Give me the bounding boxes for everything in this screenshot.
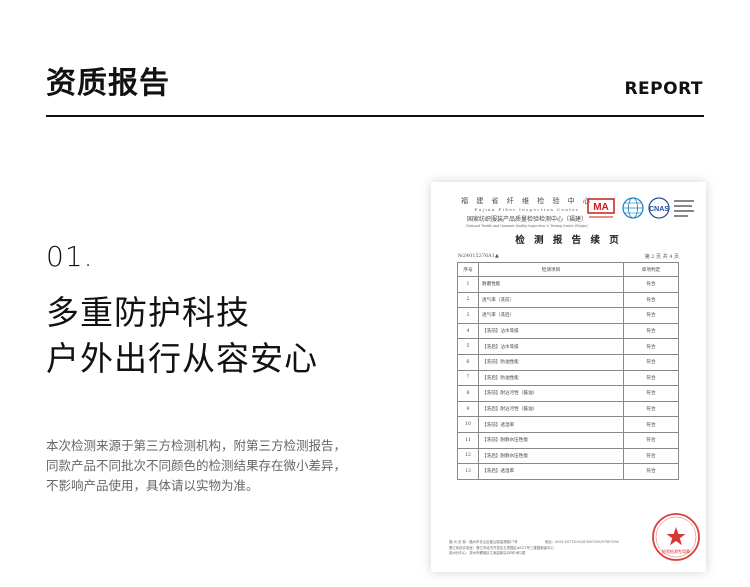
row-result: 符合: [623, 276, 679, 293]
issuer-block: 福 建 省 纤 维 检 验 中 心 Fujian Fiber Inspectio…: [447, 196, 607, 228]
col-header-result: 单项判定: [623, 262, 679, 277]
ma-logo-icon: MA: [587, 198, 615, 218]
row-number: 3: [457, 307, 479, 324]
table-row: 8 【洗前】耐沾污性（酱油） 符合: [457, 385, 679, 402]
issuer-name-en: Fujian Fiber Inspection Center: [474, 207, 580, 212]
description-line-2: 同款产品不同批次不同颜色的检测结果存在微小差异，: [46, 458, 347, 473]
page-title: 资质报告: [46, 66, 170, 101]
row-item: 【洗后】透湿率: [478, 463, 624, 480]
row-item: 耐磨性能: [478, 276, 624, 293]
row-result: 符合: [623, 322, 679, 340]
col-header-item: 检测项目: [478, 262, 624, 277]
row-result: 符合: [623, 353, 679, 371]
report-page: 第 2 页 共 4 页: [644, 254, 679, 260]
row-item: 【洗后】耐沾污性（酱油）: [478, 400, 624, 418]
row-result: 符合: [623, 307, 679, 324]
table-row: 1 耐磨性能 符合: [457, 276, 679, 293]
row-result: 符合: [623, 431, 679, 449]
col-header-no: 序号: [457, 262, 479, 277]
report-document: 福 建 省 纤 维 检 验 中 心 Fujian Fiber Inspectio…: [431, 182, 706, 572]
svg-text:检验检测专用章: 检验检测专用章: [662, 548, 690, 554]
report-footer: 福 州 总 部：福州市仓山区盖山镇金港路17号 电话：0591-83711002…: [449, 540, 639, 557]
row-item: 【洗后】防油性能: [478, 369, 624, 387]
report-label: REPORT: [624, 79, 703, 99]
svg-text:MA: MA: [593, 202, 609, 213]
description-line-1: 本次检测来源于第三方检测机构，附第三方检测报告，: [46, 438, 347, 453]
row-item: 透气率（洗后）: [478, 307, 624, 324]
row-item: 【洗前】透湿率: [478, 416, 624, 433]
cnas-logo-icon: CNAS: [648, 197, 694, 219]
report-number: №24015276A1▲: [458, 253, 499, 259]
table-row: 5 【洗后】沾水等级 符合: [457, 338, 679, 355]
issuer-center-en: National Textile And Garment Quality Ins…: [466, 224, 588, 228]
section-number: 01.: [46, 240, 94, 273]
row-number: 9: [457, 400, 479, 418]
table-row: 3 透气率（洗后） 符合: [457, 307, 679, 324]
report-title: 检 测 报 告 续 页: [515, 235, 622, 246]
table-row: 13 【洗后】透湿率 符合: [457, 463, 679, 480]
row-number: 7: [457, 369, 479, 387]
row-number: 4: [457, 322, 479, 340]
description-line-3: 不影响产品使用，具体请以实物为准。: [46, 478, 259, 493]
row-result: 符合: [623, 447, 679, 465]
table-row: 4 【洗前】沾水等级 符合: [457, 322, 679, 340]
row-number: 2: [457, 291, 479, 309]
headline-line-1: 多重防护科技: [46, 293, 250, 332]
svg-text:CNAS: CNAS: [649, 206, 669, 213]
official-seal-icon: 检验检测专用章: [652, 513, 700, 561]
table-row: 10 【洗前】透湿率 符合: [457, 416, 679, 433]
table-row: 2 透气率（洗前） 符合: [457, 291, 679, 309]
ilac-globe-icon: [622, 197, 644, 219]
footer-line: 福 州 总 部：福州市仓山区盖山镇金港路17号 电话：0591-83711002…: [449, 540, 619, 544]
row-result: 符合: [623, 400, 679, 418]
row-result: 符合: [623, 463, 679, 480]
row-item: 【洗后】耐静水压性能: [478, 447, 624, 465]
row-result: 符合: [623, 416, 679, 433]
row-item: 【洗前】沾水等级: [478, 322, 624, 340]
table-row: 12 【洗后】耐静水压性能 符合: [457, 447, 679, 465]
headline-line-2: 户外出行从容安心: [46, 339, 318, 378]
row-number: 10: [457, 416, 479, 433]
row-number: 8: [457, 385, 479, 402]
row-number: 6: [457, 353, 479, 371]
footer-line: 泉州分中心：泉州市鲤城区江南高新区44号3栋2楼: [449, 551, 526, 555]
row-item: 【洗前】耐静水压性能: [478, 431, 624, 449]
table-row: 7 【洗后】防油性能 符合: [457, 369, 679, 387]
header-divider: [46, 115, 704, 117]
row-result: 符合: [623, 291, 679, 309]
row-item: 透气率（洗前）: [478, 291, 624, 309]
certification-logos: MA CNAS: [587, 197, 694, 219]
row-number: 13: [457, 463, 479, 480]
row-number: 11: [457, 431, 479, 449]
table-header-row: 序号 检测项目 单项判定: [457, 262, 679, 277]
section-headline: 多重防护科技 户外出行从容安心: [46, 290, 318, 382]
issuer-center-cn: 国家纺织服装产品质量检验检测中心（福建）: [466, 216, 587, 223]
row-item: 【洗后】沾水等级: [478, 338, 624, 355]
table-row: 9 【洗后】耐沾污性（酱油） 符合: [457, 400, 679, 418]
issuer-name-cn: 福 建 省 纤 维 检 验 中 心: [461, 197, 593, 205]
table-row: 6 【洗前】防油性能 符合: [457, 353, 679, 371]
row-item: 【洗前】防油性能: [478, 353, 624, 371]
row-result: 符合: [623, 338, 679, 355]
row-result: 符合: [623, 369, 679, 387]
row-number: 5: [457, 338, 479, 355]
row-item: 【洗前】耐沾污性（酱油）: [478, 385, 624, 402]
section-description: 本次检测来源于第三方检测机构，附第三方检测报告， 同款产品不同批次不同颜色的检测…: [46, 436, 426, 496]
row-number: 1: [457, 276, 479, 293]
table-row: 11 【洗前】耐静水压性能 符合: [457, 431, 679, 449]
row-number: 12: [457, 447, 479, 465]
results-table: 序号 检测项目 单项判定 1 耐磨性能 符合 2 透气率（洗前） 符合 3 透气率（洗后） 符合…: [457, 262, 679, 480]
row-result: 符合: [623, 385, 679, 402]
